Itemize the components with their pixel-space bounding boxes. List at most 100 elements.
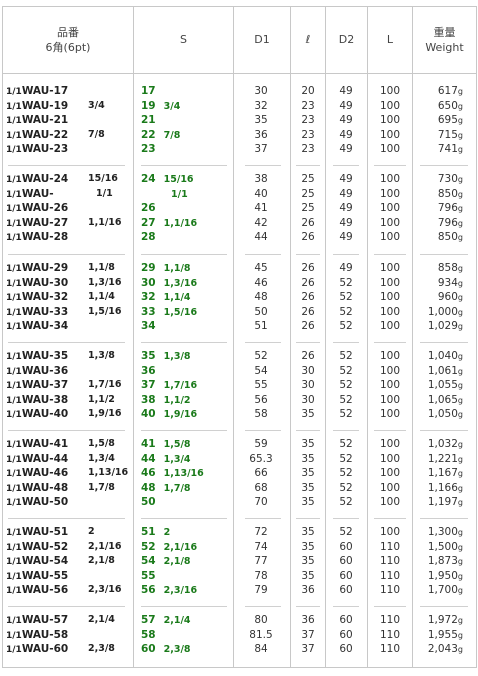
weight-value: 1,065: [427, 393, 458, 406]
weight-unit: g: [457, 352, 463, 361]
inch-size: 3/4: [88, 99, 105, 111]
weight-value: 1,300: [427, 526, 458, 538]
weight-value: 1,000: [427, 305, 458, 318]
s-cell: 17: [141, 84, 164, 99]
length-value: 100: [379, 143, 401, 156]
s-cell: 1/1: [141, 187, 188, 202]
d2-value: 60: [339, 540, 353, 553]
part-number-cell: 1/1WAU-37: [6, 378, 68, 393]
l-value: 35: [301, 540, 315, 553]
weight-cell: 1,065g: [413, 393, 463, 408]
inch-size: 1,3/4: [88, 452, 115, 464]
s-cell: 36: [141, 364, 164, 379]
weight-value: 850: [437, 231, 458, 244]
s-value: 21: [141, 114, 156, 127]
part-number: WAU-40: [21, 408, 69, 421]
part-prefix: 1/1: [6, 101, 22, 112]
s-inch: 2: [163, 527, 171, 538]
table-row: 1/1WAU-54 2,1/8 54 2,1/8 77 35 60 110 1,873g: [0, 554, 478, 568]
length-value: 110: [379, 540, 401, 553]
s-cell: 57 2,1/4: [141, 613, 191, 628]
weight-cell: 1,300g: [413, 525, 463, 540]
weight-cell: 741g: [413, 142, 463, 157]
s-inch: 2,3/8: [163, 644, 191, 656]
weight-cell: 1,032g: [413, 437, 463, 452]
table-row: 1/1WAU-21 21 35 23 49 100 695g: [0, 113, 478, 127]
s-value: 38: [141, 393, 156, 406]
part-prefix: 1/1: [6, 498, 22, 509]
s-cell: 34: [141, 319, 164, 334]
table-row: 1/1WAU-35 1,3/8 35 1,3/8 52 26 52 100 1,040g: [0, 349, 478, 363]
part-prefix: 1/1: [6, 233, 22, 244]
s-cell: 19 3/4: [141, 99, 180, 114]
part-prefix: 1/1: [6, 586, 22, 597]
part-prefix: 1/1: [6, 264, 22, 274]
weight-unit: g: [457, 410, 463, 420]
d2-value: 52: [339, 305, 353, 318]
weight-cell: 650g: [413, 99, 463, 114]
s-value: 30: [141, 276, 156, 289]
group-separator: [374, 165, 406, 166]
d1-value: 72: [254, 526, 268, 538]
weight-cell: 1,197g: [413, 495, 463, 510]
part-number-cell: 1/1WAU-22: [6, 128, 68, 143]
l-value: 36: [301, 584, 315, 597]
s-inch: 1,3/16: [163, 277, 198, 289]
s-cell: 58: [141, 628, 164, 643]
length-value: 100: [379, 438, 401, 450]
d1-value: 68: [254, 481, 268, 494]
group-separator: [8, 254, 125, 255]
d2-value: 49: [339, 187, 353, 200]
d2-value: 49: [339, 262, 353, 274]
weight-unit: g: [457, 645, 463, 655]
d2-value: 49: [339, 114, 353, 127]
weight-value: 2,043: [427, 643, 458, 656]
s-value: 58: [141, 628, 156, 641]
d2-value: 49: [339, 85, 353, 97]
part-number-cell: 1/1WAU-17: [6, 84, 68, 99]
part-prefix: 1/1: [6, 645, 22, 656]
d1-value: 81.5: [249, 628, 273, 641]
s-cell: 28: [141, 230, 164, 245]
part-number-cell: 1/1WAU-30: [6, 276, 68, 291]
group-separator: [245, 165, 281, 166]
s-cell: 26: [141, 201, 164, 216]
l-value: 35: [301, 481, 315, 494]
s-value: 41: [141, 438, 156, 450]
l-value: 26: [301, 350, 315, 362]
s-value: 56: [141, 584, 156, 597]
part-number: WAU-38: [21, 393, 69, 406]
s-inch: 2,3/16: [163, 585, 198, 597]
length-value: 110: [379, 555, 401, 568]
weight-value: 1,050: [427, 408, 458, 421]
s-value: 22: [141, 128, 156, 141]
weight-value: 1,873: [427, 555, 458, 568]
s-inch: 1,5/16: [163, 306, 198, 318]
part-number: WAU-27: [21, 216, 69, 229]
part-number: WAU-52: [21, 540, 69, 553]
group-separator: [333, 165, 359, 166]
weight-unit: g: [457, 218, 463, 228]
s-inch: 1,3/4: [163, 453, 191, 465]
part-prefix: 1/1: [6, 483, 22, 494]
header-part-number: 品番 6角(6pt): [3, 6, 133, 73]
inch-size: 1,5/8: [88, 438, 115, 449]
s-value: 34: [141, 320, 156, 333]
part-number: WAU-30: [21, 276, 69, 289]
table-row: 1/1WAU-44 1,3/4 44 1,3/4 65.3 35 52 100 1,221g: [0, 452, 478, 466]
table-row: 1/1WAU-34 34 51 26 52 100 1,029g: [0, 319, 478, 333]
group-separator: [141, 165, 227, 166]
weight-cell: 1,972g: [413, 613, 463, 628]
part-number-cell: 1/1WAU-29: [6, 261, 68, 276]
weight-cell: 796g: [413, 216, 463, 231]
s-value: 36: [141, 364, 156, 377]
s-cell: 38 1,1/2: [141, 393, 191, 408]
d2-value: 60: [339, 584, 353, 597]
weight-value: 730: [437, 173, 458, 185]
part-prefix: 1/1: [6, 204, 22, 215]
part-number-cell: 1/1WAU-33: [6, 305, 68, 320]
table-row: 1/1WAU-29 1,1/8 29 1,1/8 45 26 49 100 858g: [0, 261, 478, 275]
weight-cell: 850g: [413, 187, 463, 202]
weight-value: 796: [437, 216, 458, 229]
l-value: 25: [301, 202, 315, 215]
